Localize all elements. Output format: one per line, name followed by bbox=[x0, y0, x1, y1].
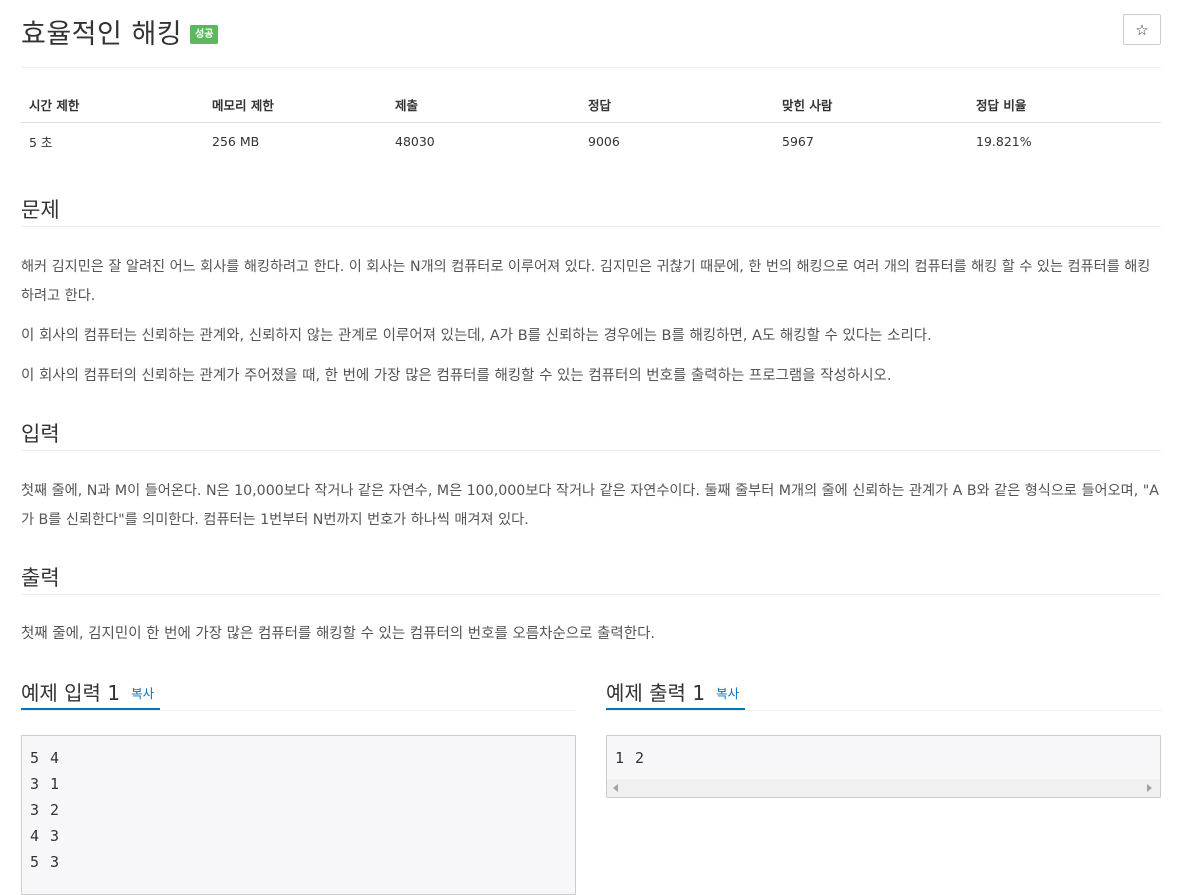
input-section-title: 입력 bbox=[21, 422, 60, 446]
problem-info-table: 시간 제한 메모리 제한 제출 정답 맞힌 사람 정답 비율 5 초 256 M… bbox=[21, 86, 1161, 159]
info-value-submissions: 48030 bbox=[395, 133, 435, 149]
scroll-left-arrow-icon[interactable] bbox=[613, 784, 618, 792]
sample-output-box[interactable]: 1 2 bbox=[606, 735, 1161, 798]
sample-input-line: 3 2 bbox=[30, 801, 61, 819]
info-header-row: 시간 제한 메모리 제한 제출 정답 맞힌 사람 정답 비율 bbox=[21, 86, 1161, 123]
output-description: 첫째 줄에, 김지민이 한 번에 가장 많은 컴퓨터를 해킹할 수 있는 컴퓨터… bbox=[21, 626, 656, 642]
star-button[interactable]: ☆ bbox=[1123, 14, 1161, 45]
problem-paragraph-3: 이 회사의 컴퓨터의 신뢰하는 관계가 주어졌을 때, 한 번에 가장 많은 컴… bbox=[21, 368, 892, 384]
sample-output-title: 예제 출력 1 bbox=[606, 681, 706, 705]
info-header-ratio: 정답 비율 bbox=[968, 86, 1161, 123]
sample-input-line: 5 4 bbox=[30, 749, 61, 767]
info-value-memory-limit: 256 MB bbox=[212, 133, 260, 149]
info-header-time-limit: 시간 제한 bbox=[21, 86, 204, 123]
problem-title: 효율적인 해킹 bbox=[21, 19, 183, 50]
copy-input-link[interactable]: 복사 bbox=[131, 686, 154, 701]
copy-output-link[interactable]: 복사 bbox=[716, 686, 739, 701]
sample-output-line: 1 2 bbox=[615, 749, 646, 767]
sample-input-box[interactable]: 5 4 3 1 3 2 4 3 5 3 bbox=[21, 735, 576, 895]
sample-input-line: 5 3 bbox=[30, 853, 61, 871]
sample-input-title: 예제 입력 1 bbox=[21, 681, 121, 705]
output-section-header: 출력 bbox=[21, 557, 1161, 595]
problem-page: 효율적인 해킹 성공 ☆ 시간 제한 메모리 제한 제출 정답 맞힌 사람 정답… bbox=[21, 0, 1161, 895]
status-badge: 성공 bbox=[190, 25, 219, 44]
info-value-accepted: 9006 bbox=[588, 133, 620, 149]
horizontal-scrollbar[interactable] bbox=[607, 779, 1160, 797]
sample-input-line: 3 1 bbox=[30, 775, 61, 793]
star-icon: ☆ bbox=[1135, 20, 1149, 39]
info-header-accepted: 정답 bbox=[580, 86, 774, 123]
info-value-time-limit: 5 초 bbox=[29, 134, 53, 150]
info-value-solvers: 5967 bbox=[782, 133, 814, 149]
sample-output-tab: 예제 출력 1 복사 bbox=[606, 673, 746, 710]
input-description: 첫째 줄에, N과 M이 들어온다. N은 10,000보다 작거나 같은 자연… bbox=[21, 483, 1159, 528]
info-header-memory-limit: 메모리 제한 bbox=[204, 86, 387, 123]
problem-section-title: 문제 bbox=[21, 198, 60, 222]
sample-input-tab: 예제 입력 1 복사 bbox=[21, 673, 161, 710]
problem-paragraph-1: 해커 김지민은 잘 알려진 어느 회사를 해킹하려고 한다. 이 회사는 N개의… bbox=[21, 259, 1151, 304]
problem-paragraph-2: 이 회사의 컴퓨터는 신뢰하는 관계와, 신뢰하지 않는 관계로 이루어져 있는… bbox=[21, 328, 932, 344]
scroll-right-arrow-icon[interactable] bbox=[1147, 784, 1152, 792]
info-value-row: 5 초 256 MB 48030 9006 5967 19.821% bbox=[21, 123, 1161, 160]
info-header-submissions: 제출 bbox=[387, 86, 580, 123]
problem-section-header: 문제 bbox=[21, 189, 1161, 227]
sample-output-header: 예제 출력 1 복사 bbox=[606, 673, 1161, 711]
problem-header: 효율적인 해킹 성공 ☆ bbox=[21, 0, 1161, 68]
info-value-ratio: 19.821% bbox=[976, 133, 1032, 149]
sample-input-header: 예제 입력 1 복사 bbox=[21, 673, 576, 711]
input-section-header: 입력 bbox=[21, 413, 1161, 451]
output-section-title: 출력 bbox=[21, 566, 60, 590]
sample-input-line: 4 3 bbox=[30, 827, 61, 845]
info-header-solvers: 맞힌 사람 bbox=[774, 86, 968, 123]
